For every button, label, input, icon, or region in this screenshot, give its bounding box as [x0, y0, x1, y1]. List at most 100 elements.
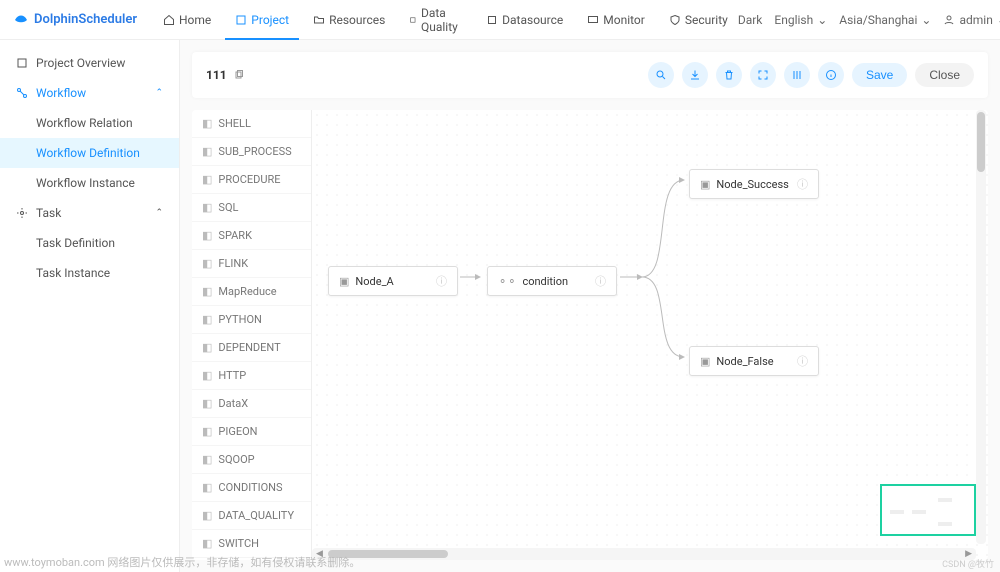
palette-item-spark[interactable]: ◧ SPARK — [192, 222, 311, 250]
palette-item-label: SHELL — [218, 117, 250, 130]
save-button[interactable]: Save — [852, 63, 907, 87]
sidebar-item-task[interactable]: Task⌃ — [0, 198, 179, 228]
palette-item-label: PROCEDURE — [218, 173, 280, 186]
task-type-icon: ◧ — [202, 117, 212, 130]
palette-item-label: DataX — [218, 397, 248, 410]
sidebar: Project Overview Workflow⌃ Workflow Rela… — [0, 40, 180, 572]
sidebar-item-task-instance[interactable]: Task Instance — [0, 258, 179, 288]
palette-item-datax[interactable]: ◧ DataX — [192, 390, 311, 418]
chevron-down-icon: ⌄ — [817, 13, 827, 27]
nav-home[interactable]: Home — [153, 0, 221, 40]
palette-item-label: HTTP — [218, 369, 246, 382]
info-icon[interactable]: ⓘ — [595, 273, 606, 289]
workflow-icon — [16, 87, 28, 99]
close-button[interactable]: Close — [915, 63, 974, 87]
info-icon[interactable]: ⓘ — [797, 353, 808, 369]
canvas-horizontal-scrollbar[interactable]: ◀ ▶ — [312, 548, 976, 560]
workflow-toolbar: 111 Save Close — [192, 52, 988, 98]
task-palette: ◧SHELL◧SUB_PROCESS◧PROCEDURE◧SQL◧SPARK◧F… — [192, 110, 312, 560]
sidebar-item-workflow[interactable]: Workflow⌃ — [0, 78, 179, 108]
fullscreen-button[interactable] — [750, 62, 776, 88]
gear-icon — [16, 207, 28, 219]
timezone-select[interactable]: Asia/Shanghai⌄ — [839, 13, 931, 27]
task-type-icon: ◧ — [202, 425, 212, 438]
palette-item-sqoop[interactable]: ◧SQOOP — [192, 446, 311, 474]
palette-item-label: SPARK — [218, 229, 252, 242]
format-icon — [791, 69, 803, 81]
node-label: Node_False — [716, 355, 773, 368]
project-icon — [235, 14, 247, 26]
sidebar-item-workflow-instance[interactable]: Workflow Instance — [0, 168, 179, 198]
workflow-canvas[interactable]: ▣Node_Aⓘ ⚬⚬conditionⓘ ▣Node_Successⓘ ▣No… — [312, 110, 988, 560]
home-icon — [163, 14, 175, 26]
canvas-vertical-scrollbar[interactable] — [976, 110, 986, 544]
palette-item-label: DATA_QUALITY — [218, 509, 294, 522]
info-icon[interactable]: ⓘ — [797, 176, 808, 192]
footer-watermark: www.toymoban.com 网络图片仅供展示，非存储，如有侵权请联系删除。 — [4, 554, 360, 570]
task-type-icon: ◧ — [202, 313, 212, 326]
task-type-icon: ◧ — [202, 397, 212, 410]
palette-item-mapreduce[interactable]: ◧ MapReduce — [192, 278, 311, 306]
app-name: DolphinScheduler — [34, 12, 137, 27]
nav-data-quality[interactable]: Data Quality — [399, 0, 472, 40]
palette-item-procedure[interactable]: ◧ PROCEDURE — [192, 166, 311, 194]
info-button[interactable] — [818, 62, 844, 88]
sidebar-item-workflow-definition[interactable]: Workflow Definition — [0, 138, 179, 168]
palette-item-dependent[interactable]: ◧DEPENDENT — [192, 334, 311, 362]
content-area: 111 Save Close ◧SHELL◧SUB_PROCESS◧PROCED… — [180, 40, 1000, 572]
nav-datasource[interactable]: Datasource — [476, 0, 573, 40]
nav-security[interactable]: Security — [659, 0, 738, 40]
format-button[interactable] — [784, 62, 810, 88]
task-type-icon: ◧ — [202, 145, 212, 158]
task-type-icon: ◧ — [202, 201, 212, 214]
sidebar-item-task-definition[interactable]: Task Definition — [0, 228, 179, 258]
shell-icon: ▣ — [339, 275, 349, 288]
main-nav: Home Project Resources Data Quality Data… — [153, 0, 738, 40]
palette-item-label: MapReduce — [218, 285, 276, 298]
palette-item-python[interactable]: ◧PYTHON — [192, 306, 311, 334]
palette-item-data_quality[interactable]: ◧DATA_QUALITY — [192, 502, 311, 530]
sidebar-item-overview[interactable]: Project Overview — [0, 48, 179, 78]
node-label: condition — [522, 275, 568, 288]
main-area: Project Overview Workflow⌃ Workflow Rela… — [0, 40, 1000, 572]
theme-toggle[interactable]: Dark — [738, 13, 763, 27]
palette-item-label: SWITCH — [218, 537, 259, 550]
workflow-actions: Save Close — [648, 62, 974, 88]
shell-icon: ▣ — [700, 178, 710, 191]
node-a[interactable]: ▣Node_Aⓘ — [328, 266, 458, 296]
delete-button[interactable] — [716, 62, 742, 88]
download-button[interactable] — [682, 62, 708, 88]
node-condition[interactable]: ⚬⚬conditionⓘ — [487, 266, 617, 296]
palette-item-sql[interactable]: ◧SQL — [192, 194, 311, 222]
lang-select[interactable]: English⌄ — [774, 13, 827, 27]
search-icon — [655, 69, 667, 81]
palette-item-flink[interactable]: ◧FLINK — [192, 250, 311, 278]
task-type-icon: ◧ — [202, 229, 212, 242]
task-type-icon: ◧ — [202, 285, 212, 298]
palette-item-pigeon[interactable]: ◧PIGEON — [192, 418, 311, 446]
search-button[interactable] — [648, 62, 674, 88]
nav-monitor[interactable]: Monitor — [577, 0, 655, 40]
app-logo[interactable]: DolphinScheduler — [12, 11, 137, 29]
palette-item-sub_process[interactable]: ◧SUB_PROCESS — [192, 138, 311, 166]
sidebar-item-workflow-relation[interactable]: Workflow Relation — [0, 108, 179, 138]
user-menu[interactable]: admin⌄ — [943, 13, 1000, 27]
shield-icon — [669, 14, 681, 26]
palette-item-http[interactable]: ◧HTTP — [192, 362, 311, 390]
chevron-up-icon: ⌃ — [155, 208, 163, 218]
task-type-icon: ◧ — [202, 481, 212, 494]
copy-icon[interactable] — [233, 69, 245, 81]
palette-item-label: DEPENDENT — [218, 341, 280, 354]
trash-icon — [723, 69, 735, 81]
nav-resources[interactable]: Resources — [303, 0, 395, 40]
palette-item-shell[interactable]: ◧ SHELL — [192, 110, 311, 138]
nav-project[interactable]: Project — [225, 0, 299, 40]
minimap[interactable] — [880, 484, 976, 536]
palette-item-label: SQOOP — [218, 453, 254, 466]
task-type-icon: ◧ — [202, 173, 212, 186]
node-success[interactable]: ▣Node_Successⓘ — [689, 169, 819, 199]
node-false[interactable]: ▣Node_Falseⓘ — [689, 346, 819, 376]
palette-item-conditions[interactable]: ◧CONDITIONS — [192, 474, 311, 502]
info-icon[interactable]: ⓘ — [436, 273, 447, 289]
top-navbar: DolphinScheduler Home Project Resources … — [0, 0, 1000, 40]
